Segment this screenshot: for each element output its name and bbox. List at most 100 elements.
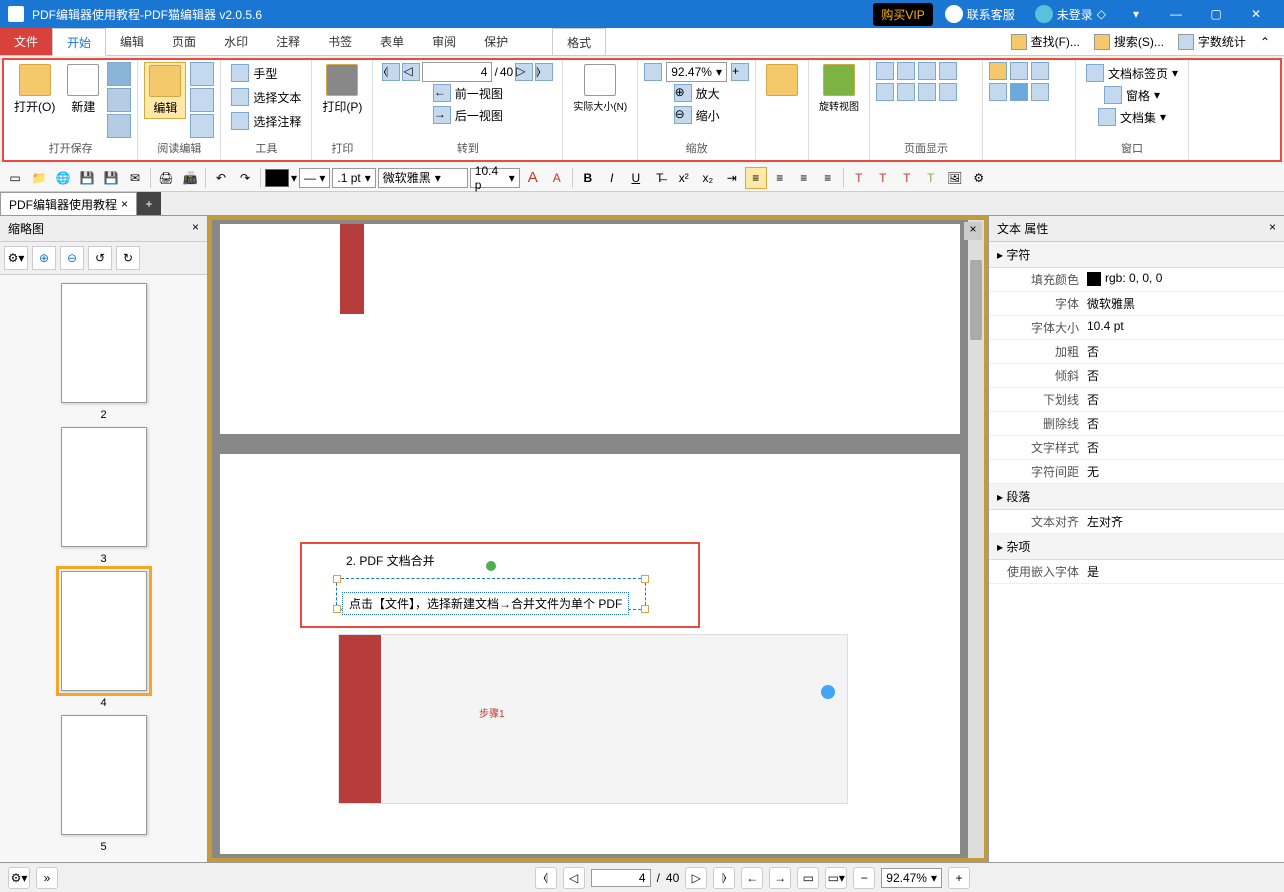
zoom-in-button[interactable]: ⊕放大	[670, 82, 724, 104]
subscript-icon[interactable]: x₂	[697, 167, 719, 189]
pd6-icon[interactable]	[897, 83, 915, 101]
menu-bookmark[interactable]: 书签	[314, 28, 366, 55]
sb-zoom-combo[interactable]: 92.47% ▾	[881, 868, 942, 888]
collapse-ribbon[interactable]: ⌃	[1254, 33, 1276, 51]
prop-font[interactable]: 微软雅黑	[1087, 295, 1276, 312]
thumb-options-icon[interactable]: ⚙▾	[4, 246, 28, 270]
prop-align[interactable]: 左对齐	[1087, 513, 1276, 530]
strike-icon[interactable]: T̶	[649, 167, 671, 189]
t2-icon[interactable]: T	[872, 167, 894, 189]
thumb-zoomout-icon[interactable]: ⊖	[60, 246, 84, 270]
prop-fontsize[interactable]: 10.4 pt	[1087, 319, 1276, 336]
g4-icon[interactable]	[989, 83, 1007, 101]
new-button[interactable]: 新建	[63, 62, 103, 117]
align-center-icon[interactable]: ≡	[769, 167, 791, 189]
stroke-combo[interactable]: — ▾	[299, 168, 330, 188]
section-misc[interactable]: ▸ 杂项	[989, 534, 1284, 560]
page-3-bottom[interactable]	[220, 224, 960, 434]
pd3-icon[interactable]	[918, 62, 936, 80]
readedit1-icon[interactable]	[190, 62, 214, 86]
pd2-icon[interactable]	[897, 62, 915, 80]
options-dropdown[interactable]: ▾	[1116, 0, 1156, 28]
sb-fwd-icon[interactable]: →	[769, 867, 791, 889]
g3-icon[interactable]	[1031, 62, 1049, 80]
prop-textstyle[interactable]: 否	[1087, 439, 1276, 456]
prev-view[interactable]: ←前一视图	[429, 82, 507, 104]
document-tab[interactable]: PDF编辑器使用教程×	[0, 192, 137, 215]
thumb-zoomin-icon[interactable]: ⊕	[32, 246, 56, 270]
zoom-combo[interactable]: 92.47% ▾	[666, 62, 727, 82]
rotate-button[interactable]: 旋转视图	[815, 62, 863, 115]
prop-strike[interactable]: 否	[1087, 415, 1276, 432]
sb-options-icon[interactable]: ⚙▾	[8, 867, 30, 889]
fontsize-combo[interactable]: 10.4 p▾	[470, 168, 520, 188]
menu-file[interactable]: 文件	[0, 28, 52, 55]
save-icon[interactable]	[107, 62, 131, 86]
zoom-plus-icon[interactable]: +	[731, 63, 749, 81]
save3-icon[interactable]	[107, 114, 131, 138]
t1-icon[interactable]: T	[848, 167, 870, 189]
menu-start[interactable]: 开始	[52, 28, 106, 56]
resize-handle-ne[interactable]	[641, 575, 649, 583]
support-button[interactable]: 联系客服	[937, 2, 1023, 26]
print-button[interactable]: 打印(P)	[318, 62, 366, 117]
linewidth-combo[interactable]: .1 pt ▾	[332, 168, 375, 188]
g2-icon[interactable]	[1010, 62, 1028, 80]
vertical-scrollbar[interactable]	[968, 220, 984, 858]
thumbnail-page-2[interactable]	[61, 283, 147, 403]
section-char[interactable]: ▸ 字符	[989, 242, 1284, 268]
pd5-icon[interactable]	[876, 83, 894, 101]
align-right-icon[interactable]: ≡	[793, 167, 815, 189]
minimize-button[interactable]: —	[1156, 0, 1196, 28]
last-page-icon[interactable]: ⦊	[535, 63, 553, 81]
pd7-icon[interactable]	[918, 83, 936, 101]
img-icon[interactable]: 🖼	[944, 167, 966, 189]
panes-button[interactable]: 窗格▾	[1100, 84, 1164, 106]
page-heading[interactable]: 2. PDF 文档合并	[340, 550, 441, 571]
pd8-icon[interactable]	[939, 83, 957, 101]
readedit2-icon[interactable]	[190, 88, 214, 112]
page-4[interactable]: 2. PDF 文档合并 点击【文件】，选择新建文档→合并文件为单个 PDF 步骤…	[220, 454, 960, 854]
f-redo-icon[interactable]: ↷	[234, 167, 256, 189]
font-combo[interactable]: 微软雅黑 ▾	[378, 168, 468, 188]
sb-layout2-icon[interactable]: ▭▾	[825, 867, 847, 889]
prop-bold[interactable]: 否	[1087, 343, 1276, 360]
next-view[interactable]: →后一视图	[429, 104, 507, 126]
menu-protect[interactable]: 保护	[470, 28, 522, 55]
sb-prev-icon[interactable]: ◁	[563, 867, 585, 889]
sb-back-icon[interactable]: ←	[741, 867, 763, 889]
close-doc-icon[interactable]: ×	[964, 222, 982, 240]
menu-annotate[interactable]: 注释	[262, 28, 314, 55]
f-print-icon[interactable]: 🖨	[155, 167, 177, 189]
close-tab-icon[interactable]: ×	[121, 197, 128, 211]
t3-icon[interactable]: T	[896, 167, 918, 189]
hand-tool[interactable]: 手型	[227, 62, 305, 84]
fill-color-swatch[interactable]	[265, 169, 289, 187]
section-para[interactable]: ▸ 段落	[989, 484, 1284, 510]
g6-icon[interactable]	[1031, 83, 1049, 101]
close-props-icon[interactable]: ×	[1269, 220, 1276, 237]
f-new-icon[interactable]: ▭	[4, 167, 26, 189]
sb-first-icon[interactable]: ⦉	[535, 867, 557, 889]
superscript-icon[interactable]: x²	[673, 167, 695, 189]
prop-embed[interactable]: 是	[1087, 563, 1276, 580]
prop-spacing[interactable]: 无	[1087, 463, 1276, 480]
g5-icon[interactable]	[1010, 83, 1028, 101]
f-mail-icon[interactable]: ✉	[124, 167, 146, 189]
buy-vip-button[interactable]: 购买VIP	[873, 3, 932, 26]
doc-tabs-button[interactable]: 文档标签页▾	[1082, 62, 1182, 84]
zoom-out-button[interactable]: ⊖缩小	[670, 104, 724, 126]
pd1-icon[interactable]	[876, 62, 894, 80]
sb-zoomin-icon[interactable]: +	[948, 867, 970, 889]
docset-button[interactable]: 文档集▾	[1094, 106, 1170, 128]
g1-icon[interactable]	[989, 62, 1007, 80]
resize-handle-nw[interactable]	[333, 575, 341, 583]
menu-format[interactable]: 格式	[552, 28, 606, 55]
sb-page-input[interactable]	[591, 869, 651, 887]
menu-watermark[interactable]: 水印	[210, 28, 262, 55]
save-as-icon[interactable]	[107, 88, 131, 112]
menu-edit[interactable]: 编辑	[106, 28, 158, 55]
sb-zoomout-icon[interactable]: −	[853, 867, 875, 889]
rotation-handle[interactable]	[486, 561, 496, 571]
next-page-icon[interactable]: ▷	[515, 63, 533, 81]
